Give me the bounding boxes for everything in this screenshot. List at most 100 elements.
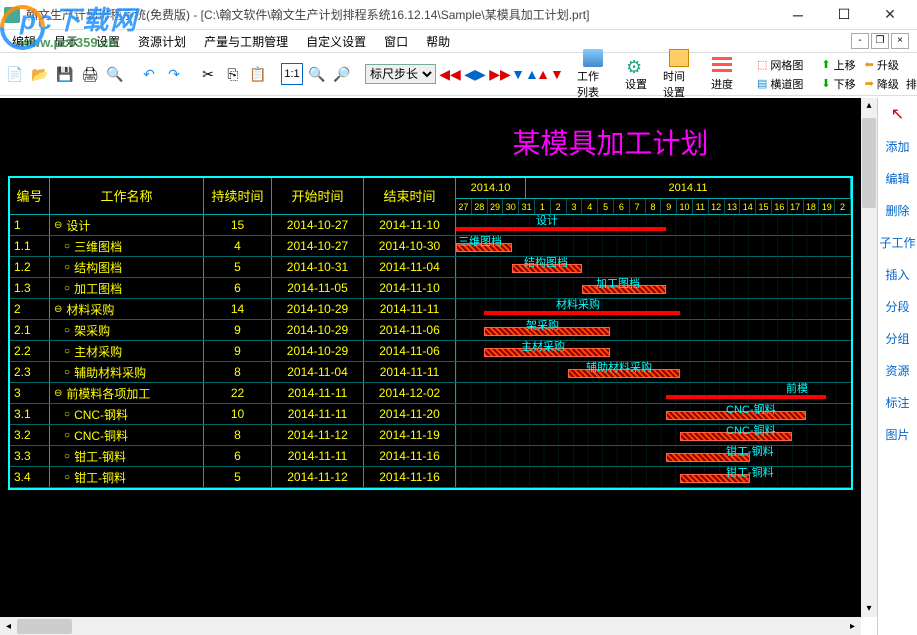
row-name: ○钳工-钢料 <box>50 446 204 466</box>
menu-display[interactable]: 显示 <box>46 31 86 52</box>
demote-button[interactable]: ➡降级排月 <box>862 75 917 93</box>
menu-help[interactable]: 帮助 <box>418 31 458 52</box>
zoom-fit-icon[interactable]: 1:1 <box>281 63 303 85</box>
day-header: 6 <box>614 199 630 214</box>
scroll-down-button[interactable]: ▾ <box>861 601 877 617</box>
step-right-icon[interactable]: ▶▶ <box>489 63 511 85</box>
zoom-in-icon[interactable]: 🔍 <box>306 63 328 85</box>
ruler-step-combo[interactable]: 标尺步长 <box>365 64 436 84</box>
gantt-bar[interactable] <box>456 227 666 231</box>
vertical-scrollbar[interactable]: ▴ ▾ <box>861 98 877 617</box>
doc-close-button[interactable]: × <box>891 33 909 49</box>
gantt-row[interactable]: 3.2 ○CNC-铜料82014-11-122014-11-19CNC-铜料 <box>10 425 851 446</box>
redo-icon[interactable]: ↷ <box>163 63 185 85</box>
copy-icon[interactable]: ⎘ <box>222 63 244 85</box>
cut-icon[interactable]: ✂ <box>197 63 219 85</box>
step-left-icon[interactable]: ◀▶ <box>464 63 486 85</box>
day-header: 8 <box>646 199 662 214</box>
scroll-right-button[interactable]: ▸ <box>844 618 861 635</box>
horizontal-scrollbar[interactable]: ◂ ▸ <box>0 617 861 635</box>
sidebar-item-5[interactable]: 分段 <box>878 290 917 322</box>
undo-icon[interactable]: ↶ <box>138 63 160 85</box>
gantt-row[interactable]: 2.2 ○主材采购92014-10-292014-11-06主材采购 <box>10 341 851 362</box>
gantt-row[interactable]: 1⊖设计152014-10-272014-11-10设计 <box>10 215 851 236</box>
progress-button[interactable]: 进度 <box>702 55 742 94</box>
step-down-icon[interactable]: ▼▲ <box>514 63 536 85</box>
move-down-button[interactable]: ⬇下移 <box>818 75 858 93</box>
doc-restore-button[interactable]: ❐ <box>871 33 889 49</box>
row-duration: 5 <box>204 257 272 277</box>
row-duration: 5 <box>204 467 272 487</box>
gantt-row[interactable]: 3.1 ○CNC-钢料102014-11-112014-11-20CNC-钢料 <box>10 404 851 425</box>
bar-label: 设计 <box>536 212 558 228</box>
sidebar-item-2[interactable]: 删除 <box>878 194 917 226</box>
menu-settings[interactable]: 设置 <box>88 31 128 52</box>
maximize-button[interactable]: ☐ <box>821 1 867 29</box>
sidebar-item-8[interactable]: 标注 <box>878 386 917 418</box>
row-bar-area: 材料采购 <box>456 299 851 319</box>
gantt-row[interactable]: 1.3 ○加工图档62014-11-052014-11-10加工图档 <box>10 278 851 299</box>
sidebar-item-7[interactable]: 资源 <box>878 354 917 386</box>
hscroll-thumb[interactable] <box>17 619 72 634</box>
gantt-row[interactable]: 2.1 ○架采购92014-10-292014-11-06架采购 <box>10 320 851 341</box>
gantt-row[interactable]: 3.3 ○钳工-钢料62014-11-112014-11-16钳工-钢料 <box>10 446 851 467</box>
gantt-row[interactable]: 1.1 ○三维图档42014-10-272014-10-30三维图档 <box>10 236 851 257</box>
worklist-button[interactable]: 工作列表 <box>573 47 613 102</box>
save-icon[interactable]: 💾 <box>54 63 76 85</box>
step-up-icon[interactable]: ▲▼ <box>539 63 561 85</box>
menu-edit[interactable]: 编辑 <box>4 31 44 52</box>
gantt-chart-button[interactable]: ▤横道图 <box>754 75 806 93</box>
gantt-row[interactable]: 3.4 ○钳工-铜料52014-11-122014-11-16钳工-铜料 <box>10 467 851 488</box>
gantt-row[interactable]: 3⊖前模料各项加工222014-11-112014-12-02前模 <box>10 383 851 404</box>
chart-title: 某模具加工计划 <box>0 98 861 176</box>
row-end: 2014-11-20 <box>364 404 456 424</box>
sidebar-item-4[interactable]: 插入 <box>878 258 917 290</box>
bar-label: 加工图档 <box>596 275 640 291</box>
promote-button[interactable]: ⬅升级 <box>862 56 917 74</box>
paste-icon[interactable]: 📋 <box>247 63 269 85</box>
settings-button[interactable]: ⚙设置 <box>616 55 656 94</box>
scroll-thumb[interactable] <box>862 118 876 208</box>
network-diagram-button[interactable]: ⬚网格图 <box>754 56 806 74</box>
sidebar-item-9[interactable]: 图片 <box>878 418 917 450</box>
menu-window[interactable]: 窗口 <box>376 31 416 52</box>
preview-icon[interactable]: 🔍 <box>104 63 126 85</box>
row-id: 3.3 <box>10 446 50 466</box>
row-name: ○CNC-铜料 <box>50 425 204 445</box>
sidebar-item-6[interactable]: 分组 <box>878 322 917 354</box>
time-settings-button[interactable]: 时间设置 <box>659 47 699 102</box>
bar-label: 主材采购 <box>521 338 565 354</box>
row-name: ○加工图档 <box>50 278 204 298</box>
print-icon[interactable]: 🖨 <box>79 63 101 85</box>
menu-custom[interactable]: 自定义设置 <box>298 31 374 52</box>
minimize-button[interactable]: ─ <box>775 1 821 29</box>
toolbar: 📄 📂 💾 🖨 🔍 ↶ ↷ ✂ ⎘ 📋 1:1 🔍 🔎 标尺步长 ◀◀ ◀▶ ▶… <box>0 52 917 96</box>
step-prev-icon[interactable]: ◀◀ <box>439 63 461 85</box>
bar-label: CNC-钢料 <box>726 401 776 417</box>
scroll-up-button[interactable]: ▴ <box>861 98 877 114</box>
gantt-row[interactable]: 2.3 ○辅助材料采购82014-11-042014-11-11辅助材料采购 <box>10 362 851 383</box>
menu-output-schedule[interactable]: 产量与工期管理 <box>196 31 296 52</box>
day-header: 27 <box>456 199 472 214</box>
move-up-button[interactable]: ⬆上移 <box>818 56 858 74</box>
open-icon[interactable]: 📂 <box>29 63 51 85</box>
close-button[interactable]: ✕ <box>867 1 913 29</box>
sidebar-item-1[interactable]: 编辑 <box>878 162 917 194</box>
gantt-row[interactable]: 2⊖材料采购142014-10-292014-11-11材料采购 <box>10 299 851 320</box>
menu-resource-plan[interactable]: 资源计划 <box>130 31 194 52</box>
gantt-row[interactable]: 1.2 ○结构图档52014-10-312014-11-04结构图档 <box>10 257 851 278</box>
cursor-tool-button[interactable]: ↖ <box>878 98 917 130</box>
sidebar-item-0[interactable]: 添加 <box>878 130 917 162</box>
zoom-out-icon[interactable]: 🔎 <box>331 63 353 85</box>
new-icon[interactable]: 📄 <box>4 63 26 85</box>
doc-minimize-button[interactable]: - <box>851 33 869 49</box>
day-header: 14 <box>740 199 756 214</box>
app-icon <box>4 7 20 23</box>
scroll-left-button[interactable]: ◂ <box>0 618 17 635</box>
row-bar-area: CNC-钢料 <box>456 404 851 424</box>
col-header-name: 工作名称 <box>50 178 204 214</box>
sidebar-item-3[interactable]: 子工作 <box>878 226 917 258</box>
row-end: 2014-12-02 <box>364 383 456 403</box>
right-sidebar: ↖ 添加编辑删除子工作插入分段分组资源标注图片 <box>877 98 917 635</box>
row-duration: 6 <box>204 446 272 466</box>
